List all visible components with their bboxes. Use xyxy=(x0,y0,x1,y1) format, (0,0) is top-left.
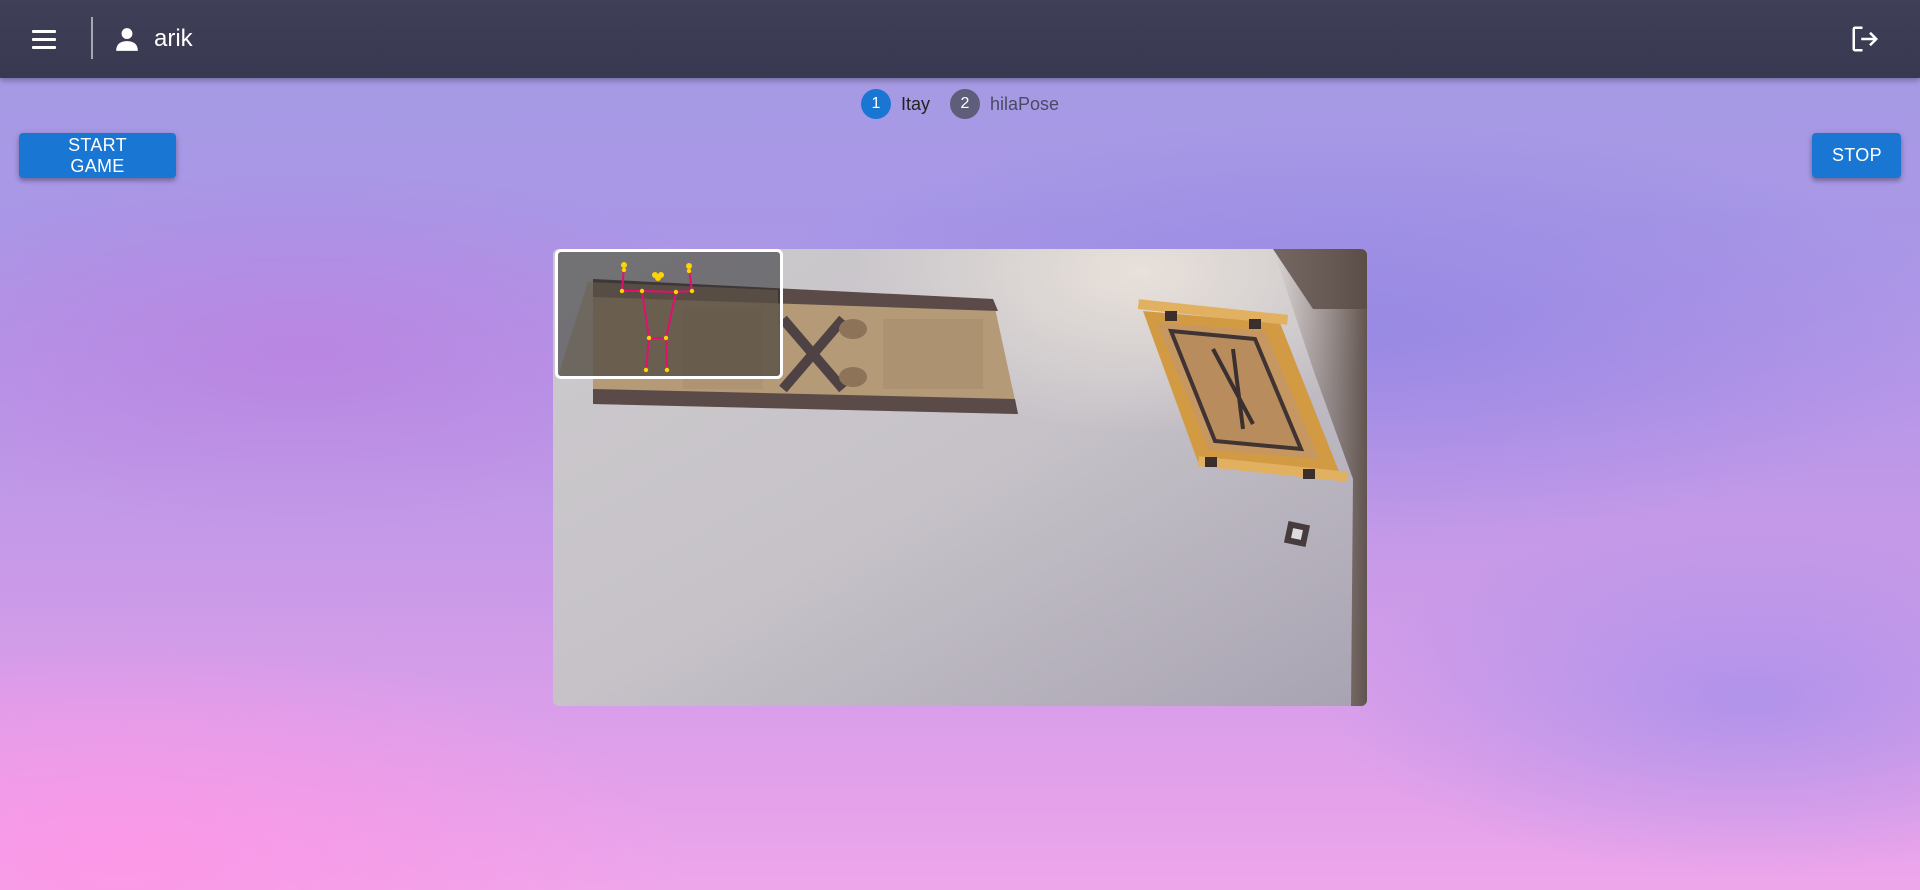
menu-icon xyxy=(32,29,56,33)
logout-icon[interactable] xyxy=(1850,24,1880,54)
pose-preview xyxy=(555,249,783,379)
step-number-badge: 2 xyxy=(949,89,980,119)
username: arik xyxy=(154,25,193,52)
stop-button[interactable]: STOP xyxy=(1812,133,1901,178)
wall-switch xyxy=(1283,520,1311,548)
step-label: hilaPose xyxy=(989,93,1060,114)
step-player-2: 2 hilaPose xyxy=(949,89,1060,119)
start-game-button[interactable]: START GAME xyxy=(19,133,176,178)
step-number-badge: 1 xyxy=(860,89,891,119)
app-bar: arik xyxy=(0,0,1920,78)
step-player-1: 1 Itay xyxy=(860,89,930,119)
menu-icon-bar xyxy=(32,37,56,41)
step-label: Itay xyxy=(900,93,930,114)
player-stepper: 1 Itay 2 hilaPose xyxy=(0,89,1920,119)
menu-icon-bar xyxy=(32,45,56,49)
person-icon xyxy=(116,28,138,51)
appbar-divider xyxy=(91,17,93,59)
pose-skeleton xyxy=(558,262,778,376)
menu-button[interactable] xyxy=(24,21,64,57)
